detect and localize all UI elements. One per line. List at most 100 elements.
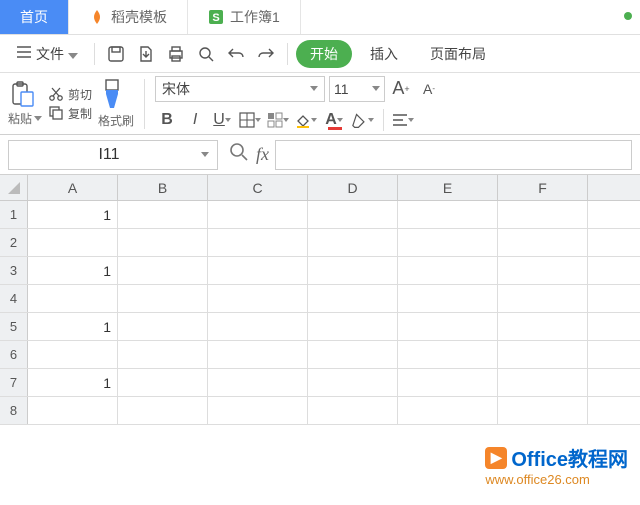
italic-button[interactable]: I <box>183 108 207 132</box>
format-brush-button[interactable]: 格式刷 <box>98 112 134 129</box>
copy-button[interactable]: 复制 <box>48 105 92 122</box>
tab-workbook[interactable]: S 工作簿1 <box>188 0 301 34</box>
formula-input[interactable] <box>275 140 632 170</box>
cell[interactable] <box>208 369 308 396</box>
row-header-5[interactable]: 5 <box>0 313 28 340</box>
row-header-7[interactable]: 7 <box>0 369 28 396</box>
cell[interactable] <box>498 201 588 228</box>
cell[interactable] <box>308 341 398 368</box>
cell[interactable] <box>398 201 498 228</box>
cell[interactable] <box>118 397 208 424</box>
name-box[interactable]: I11 <box>8 140 218 170</box>
cell[interactable] <box>118 341 208 368</box>
cell[interactable] <box>308 397 398 424</box>
tab-insert[interactable]: 插入 <box>356 40 412 68</box>
find-icon[interactable] <box>228 141 250 168</box>
cell-style-button[interactable] <box>267 108 291 132</box>
cut-button[interactable]: 剪切 <box>48 86 92 103</box>
cell[interactable] <box>28 397 118 424</box>
cell[interactable] <box>208 229 308 256</box>
cell[interactable] <box>308 229 398 256</box>
cell[interactable] <box>398 313 498 340</box>
cell[interactable] <box>498 229 588 256</box>
cell[interactable] <box>28 285 118 312</box>
table-row: 2 <box>0 229 640 257</box>
underline-button[interactable]: U <box>211 108 235 132</box>
tab-template[interactable]: 稻壳模板 <box>69 0 188 34</box>
cell[interactable] <box>398 257 498 284</box>
tab-layout[interactable]: 页面布局 <box>416 40 500 68</box>
font-select[interactable]: 宋体 <box>155 76 325 102</box>
increase-font-button[interactable]: A+ <box>389 77 413 101</box>
cell-A5[interactable]: 1 <box>28 313 118 340</box>
cell[interactable] <box>28 229 118 256</box>
cell[interactable] <box>498 285 588 312</box>
file-menu[interactable]: 文件 <box>8 40 86 68</box>
cell[interactable] <box>498 397 588 424</box>
cell[interactable] <box>398 397 498 424</box>
cell[interactable] <box>308 257 398 284</box>
print-button[interactable] <box>163 41 189 67</box>
cell[interactable] <box>308 285 398 312</box>
cell[interactable] <box>308 369 398 396</box>
cell[interactable] <box>398 285 498 312</box>
cell[interactable] <box>28 341 118 368</box>
row-header-2[interactable]: 2 <box>0 229 28 256</box>
undo-button[interactable] <box>223 41 249 67</box>
cell[interactable] <box>498 341 588 368</box>
paste-button[interactable]: 粘贴 <box>8 110 42 127</box>
col-header-E[interactable]: E <box>398 175 498 200</box>
cell[interactable] <box>398 229 498 256</box>
cell[interactable] <box>118 313 208 340</box>
tab-home[interactable]: 首页 <box>0 0 69 34</box>
redo-button[interactable] <box>253 41 279 67</box>
cell[interactable] <box>208 285 308 312</box>
preview-button[interactable] <box>193 41 219 67</box>
font-color-button[interactable]: A <box>323 108 347 132</box>
fx-label[interactable]: fx <box>256 144 269 165</box>
save-button[interactable] <box>103 41 129 67</box>
col-header-B[interactable]: B <box>118 175 208 200</box>
align-button[interactable] <box>392 108 416 132</box>
fill-color-button[interactable] <box>295 108 319 132</box>
row-header-8[interactable]: 8 <box>0 397 28 424</box>
font-size-select[interactable]: 11 <box>329 76 385 102</box>
eraser-button[interactable] <box>351 108 375 132</box>
cell[interactable] <box>118 257 208 284</box>
cell[interactable] <box>308 313 398 340</box>
cell-A3[interactable]: 1 <box>28 257 118 284</box>
border-button[interactable] <box>239 108 263 132</box>
cell[interactable] <box>308 201 398 228</box>
row-header-1[interactable]: 1 <box>0 201 28 228</box>
clipboard-icon[interactable] <box>8 80 36 108</box>
cell[interactable] <box>208 397 308 424</box>
col-header-A[interactable]: A <box>28 175 118 200</box>
cell[interactable] <box>118 285 208 312</box>
cell[interactable] <box>498 313 588 340</box>
brush-icon[interactable] <box>98 78 126 110</box>
decrease-font-button[interactable]: A- <box>417 77 441 101</box>
cell[interactable] <box>398 341 498 368</box>
cell[interactable] <box>498 257 588 284</box>
cell[interactable] <box>208 341 308 368</box>
select-all-corner[interactable] <box>0 175 28 200</box>
cell[interactable] <box>118 201 208 228</box>
cell-A7[interactable]: 1 <box>28 369 118 396</box>
col-header-D[interactable]: D <box>308 175 398 200</box>
cell[interactable] <box>118 369 208 396</box>
col-header-F[interactable]: F <box>498 175 588 200</box>
col-header-C[interactable]: C <box>208 175 308 200</box>
cell[interactable] <box>208 257 308 284</box>
tab-start[interactable]: 开始 <box>296 40 352 68</box>
row-header-6[interactable]: 6 <box>0 341 28 368</box>
row-header-4[interactable]: 4 <box>0 285 28 312</box>
cell[interactable] <box>118 229 208 256</box>
cell-A1[interactable]: 1 <box>28 201 118 228</box>
cell[interactable] <box>208 313 308 340</box>
bold-button[interactable]: B <box>155 108 179 132</box>
row-header-3[interactable]: 3 <box>0 257 28 284</box>
cell[interactable] <box>498 369 588 396</box>
cell[interactable] <box>398 369 498 396</box>
cell[interactable] <box>208 201 308 228</box>
output-button[interactable] <box>133 41 159 67</box>
